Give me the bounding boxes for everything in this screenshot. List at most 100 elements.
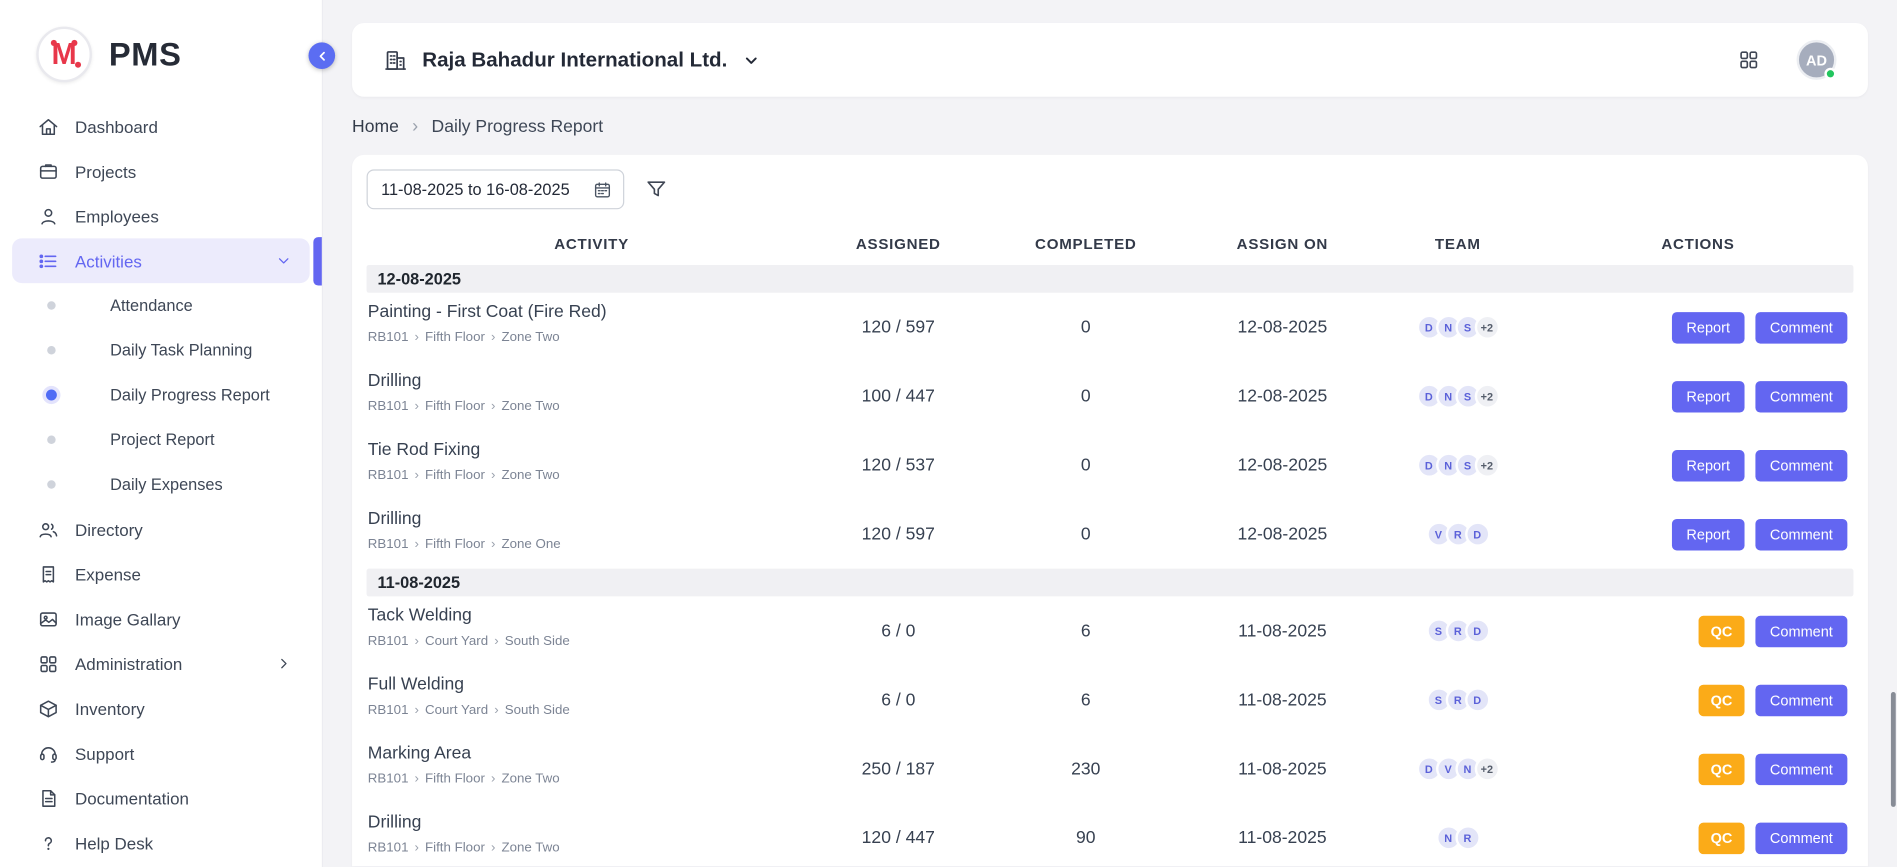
activity-cell: DrillingRB101›Fifth Floor›Zone Two bbox=[367, 371, 817, 421]
path-segment: Zone Two bbox=[501, 841, 559, 856]
apps-grid-icon[interactable] bbox=[1737, 48, 1760, 71]
comment-button[interactable]: Comment bbox=[1755, 380, 1847, 411]
team-extra-count[interactable]: +2 bbox=[1474, 384, 1499, 409]
path-segment: South Side bbox=[505, 703, 570, 718]
activities-icon bbox=[38, 250, 60, 272]
path-segment: Zone Two bbox=[501, 772, 559, 787]
sidebar-subitem-daily-progress-report[interactable]: Daily Progress Report bbox=[12, 373, 310, 418]
report-button[interactable]: Report bbox=[1672, 312, 1745, 343]
sidebar-item-label: Employees bbox=[75, 206, 159, 225]
sidebar-item-expense[interactable]: Expense bbox=[12, 552, 310, 597]
report-button[interactable]: Report bbox=[1672, 380, 1745, 411]
actions-cell: Report Comment bbox=[1542, 449, 1853, 480]
comment-button[interactable]: Comment bbox=[1755, 518, 1847, 549]
report-button[interactable]: Report bbox=[1672, 518, 1745, 549]
documentation-icon bbox=[38, 787, 60, 809]
scrollbar-thumb[interactable] bbox=[1891, 692, 1896, 807]
team-avatars: NR bbox=[1373, 825, 1542, 850]
bullet-icon bbox=[47, 346, 55, 354]
table-header: ACTIVITYASSIGNEDCOMPLETEDASSIGN ONTEAMAC… bbox=[367, 224, 1854, 265]
completed-value: 0 bbox=[980, 524, 1192, 543]
actions-cell: QC Comment bbox=[1542, 822, 1853, 853]
path-segment: Fifth Floor bbox=[425, 468, 485, 483]
sidebar-item-help-desk[interactable]: Help Desk bbox=[12, 820, 310, 865]
team-extra-count[interactable]: +2 bbox=[1474, 756, 1499, 781]
activity-row: DrillingRB101›Fifth Floor›Zone One120 / … bbox=[367, 500, 1854, 569]
sidebar-item-label: Dashboard bbox=[75, 117, 158, 136]
path-segment: South Side bbox=[505, 634, 570, 649]
qc-button[interactable]: QC bbox=[1699, 753, 1745, 784]
filter-icon[interactable] bbox=[645, 178, 668, 201]
comment-button[interactable]: Comment bbox=[1755, 822, 1847, 853]
report-button[interactable]: Report bbox=[1672, 449, 1745, 480]
sidebar-subitem-daily-expenses[interactable]: Daily Expenses bbox=[12, 462, 310, 507]
main-content: Raja Bahadur International Ltd. AD Home … bbox=[323, 0, 1897, 867]
sidebar-item-image-gallary[interactable]: Image Gallary bbox=[12, 596, 310, 641]
assign-on-value: 12-08-2025 bbox=[1192, 524, 1373, 543]
date-group-header: 12-08-2025 bbox=[367, 265, 1854, 293]
sidebar-item-documentation[interactable]: Documentation bbox=[12, 775, 310, 820]
completed-value: 0 bbox=[980, 318, 1192, 337]
column-header-completed: COMPLETED bbox=[980, 236, 1192, 253]
sidebar-item-label: Documentation bbox=[75, 788, 189, 807]
sidebar-subitem-daily-task-planning[interactable]: Daily Task Planning bbox=[12, 328, 310, 373]
avatar[interactable]: AD bbox=[1797, 40, 1837, 80]
header-actions: AD bbox=[1737, 40, 1836, 80]
date-range-input[interactable]: 11-08-2025 to 16-08-2025 bbox=[367, 169, 625, 209]
qc-button[interactable]: QC bbox=[1699, 684, 1745, 715]
activity-title: Tie Rod Fixing bbox=[368, 440, 807, 459]
sidebar-item-administration[interactable]: Administration bbox=[12, 641, 310, 686]
column-header-activity: ACTIVITY bbox=[367, 236, 817, 253]
company-selector[interactable]: Raja Bahadur International Ltd. bbox=[384, 48, 762, 72]
activity-path: RB101›Court Yard›South Side bbox=[368, 634, 807, 649]
comment-button[interactable]: Comment bbox=[1755, 449, 1847, 480]
comment-button[interactable]: Comment bbox=[1755, 753, 1847, 784]
path-chevron-icon: › bbox=[491, 331, 495, 344]
sidebar-item-projects[interactable]: Projects bbox=[12, 149, 310, 194]
online-status-dot bbox=[1824, 68, 1836, 80]
team-extra-count[interactable]: +2 bbox=[1474, 452, 1499, 477]
sidebar-subitem-project-report[interactable]: Project Report bbox=[12, 417, 310, 462]
team-avatars: SRD bbox=[1373, 687, 1542, 712]
logo[interactable]: M PMS bbox=[0, 0, 322, 82]
comment-button[interactable]: Comment bbox=[1755, 684, 1847, 715]
sidebar-item-directory[interactable]: Directory bbox=[12, 507, 310, 552]
completed-value: 0 bbox=[980, 455, 1192, 474]
sidebar-item-inventory[interactable]: Inventory bbox=[12, 686, 310, 731]
actions-cell: QC Comment bbox=[1542, 615, 1853, 646]
sidebar-item-support[interactable]: Support bbox=[12, 731, 310, 776]
column-header-assigned: ASSIGNED bbox=[817, 236, 980, 253]
sidebar-item-dashboard[interactable]: Dashboard bbox=[12, 104, 310, 149]
assign-on-value: 11-08-2025 bbox=[1192, 690, 1373, 709]
team-avatars: DNS+2 bbox=[1373, 384, 1542, 409]
path-segment: Fifth Floor bbox=[425, 537, 485, 552]
sidebar-item-activities[interactable]: Activities bbox=[12, 238, 310, 283]
sidebar-item-employees[interactable]: Employees bbox=[12, 194, 310, 239]
comment-button[interactable]: Comment bbox=[1755, 615, 1847, 646]
activity-path: RB101›Fifth Floor›Zone Two bbox=[368, 841, 807, 856]
qc-button[interactable]: QC bbox=[1699, 822, 1745, 853]
active-item-accent-bar bbox=[313, 237, 321, 285]
assign-on-value: 11-08-2025 bbox=[1192, 828, 1373, 847]
breadcrumb-home[interactable]: Home bbox=[352, 117, 399, 136]
path-segment: Zone One bbox=[501, 537, 560, 552]
sidebar-subitem-attendance[interactable]: Attendance bbox=[12, 283, 310, 328]
activity-title: Full Welding bbox=[368, 675, 807, 694]
path-segment: RB101 bbox=[368, 772, 409, 787]
activity-title: Drilling bbox=[368, 371, 807, 390]
actions-cell: Report Comment bbox=[1542, 380, 1853, 411]
sidebar-subitem-label: Project Report bbox=[110, 431, 214, 449]
path-chevron-icon: › bbox=[415, 400, 419, 413]
sidebar-collapse-button[interactable] bbox=[308, 42, 335, 69]
breadcrumb-current: Daily Progress Report bbox=[432, 117, 604, 136]
sidebar-subitem-label: Daily Task Planning bbox=[110, 341, 252, 359]
path-chevron-icon: › bbox=[494, 703, 498, 716]
team-avatars: SRD bbox=[1373, 618, 1542, 643]
team-extra-count[interactable]: +2 bbox=[1474, 315, 1499, 340]
assigned-value: 6 / 0 bbox=[817, 690, 980, 709]
team-avatar: D bbox=[1464, 521, 1489, 546]
column-header-assign-on: ASSIGN ON bbox=[1192, 236, 1373, 253]
sidebar-item-label: Administration bbox=[75, 654, 182, 673]
comment-button[interactable]: Comment bbox=[1755, 312, 1847, 343]
qc-button[interactable]: QC bbox=[1699, 615, 1745, 646]
